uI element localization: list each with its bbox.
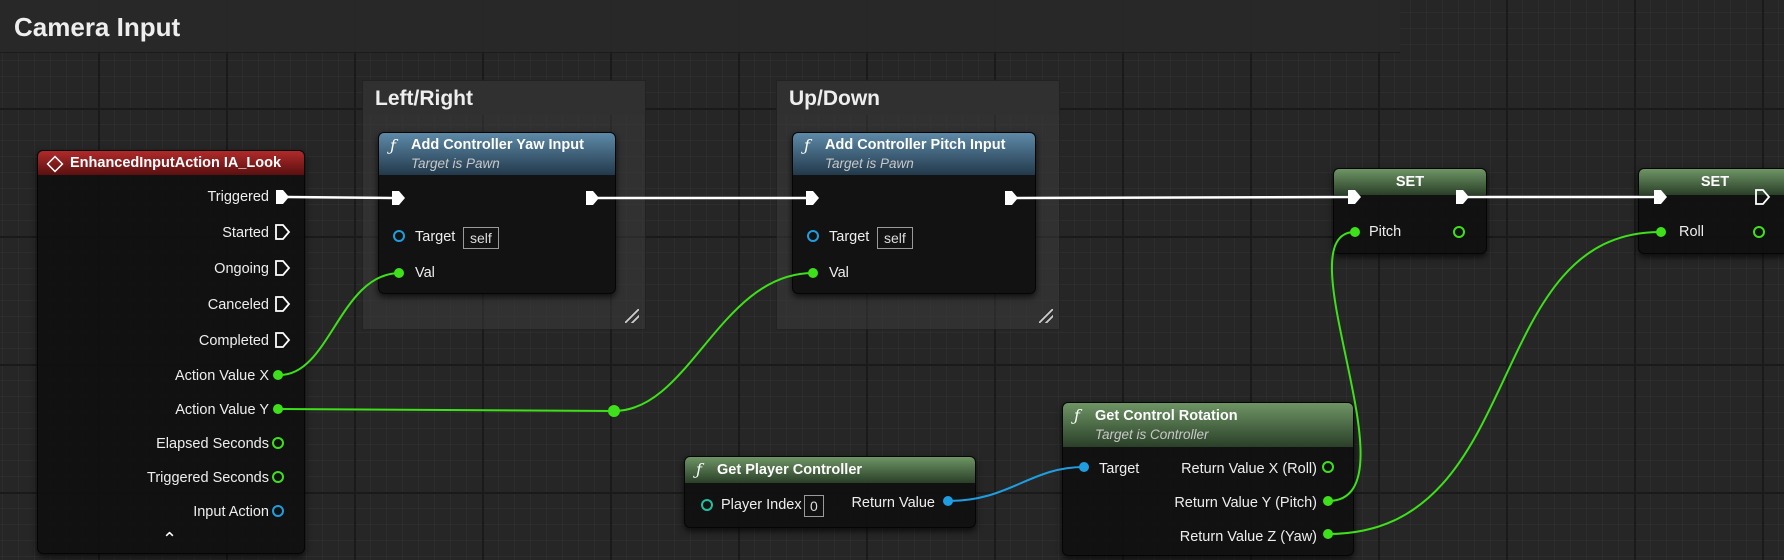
exec-pin-ongoing-icon[interactable] xyxy=(275,260,290,276)
target-pin-icon[interactable] xyxy=(393,230,405,242)
return-y-pin-icon[interactable] xyxy=(1323,496,1333,506)
val-pin-icon[interactable] xyxy=(808,268,818,278)
reroute-node[interactable] xyxy=(608,405,620,417)
roll-out-pin-icon[interactable] xyxy=(1753,226,1765,238)
return-value-pin-icon[interactable] xyxy=(943,496,953,506)
exec-wire[interactable] xyxy=(1016,195,1349,200)
pitch-in-pin-icon[interactable] xyxy=(1350,227,1360,237)
wire-action-y[interactable] xyxy=(279,408,615,412)
graph-wires-layer xyxy=(272,189,1770,539)
exec-out-pin-icon[interactable] xyxy=(586,191,599,205)
player-index-pin-icon[interactable] xyxy=(701,499,713,511)
exec-pin-triggered-icon[interactable] xyxy=(276,190,289,204)
wire-pitch-to-set[interactable] xyxy=(1327,231,1362,502)
val-pin-icon[interactable] xyxy=(394,268,404,278)
float-pin-elapsed-icon[interactable] xyxy=(272,437,284,449)
float-pin-triggered-sec-icon[interactable] xyxy=(272,471,284,483)
float-pin-action-x-icon[interactable] xyxy=(273,370,283,380)
exec-wire[interactable] xyxy=(287,195,393,200)
exec-in-pin-icon[interactable] xyxy=(1348,190,1361,204)
return-z-pin-icon[interactable] xyxy=(1323,529,1333,539)
exec-pin-started-icon[interactable] xyxy=(275,224,290,240)
roll-in-pin-icon[interactable] xyxy=(1656,227,1666,237)
return-x-pin-icon[interactable] xyxy=(1322,461,1334,473)
exec-out-pin-icon[interactable] xyxy=(1456,190,1469,204)
wire-yaw-to-roll[interactable] xyxy=(1327,231,1661,535)
exec-in-pin-icon[interactable] xyxy=(392,191,405,205)
wire-action-y-to-pitch[interactable] xyxy=(613,272,814,412)
exec-out-pin-icon[interactable] xyxy=(1755,189,1770,205)
float-pin-action-y-icon[interactable] xyxy=(273,404,283,414)
exec-out-pin-icon[interactable] xyxy=(1005,191,1018,205)
object-pin-input-action-icon[interactable] xyxy=(272,505,284,517)
exec-in-pin-icon[interactable] xyxy=(1654,190,1667,204)
exec-pin-canceled-icon[interactable] xyxy=(275,296,290,312)
target-pin-icon[interactable] xyxy=(807,230,819,242)
exec-in-pin-icon[interactable] xyxy=(806,191,819,205)
wire-controller-to-target[interactable] xyxy=(947,466,1085,502)
wire-action-x-to-yaw[interactable] xyxy=(279,272,401,376)
exec-wires xyxy=(287,195,1654,200)
float-wires xyxy=(279,231,1661,535)
exec-pin-completed-icon[interactable] xyxy=(275,332,290,348)
pitch-out-pin-icon[interactable] xyxy=(1453,226,1465,238)
target-pin-icon[interactable] xyxy=(1079,462,1089,472)
